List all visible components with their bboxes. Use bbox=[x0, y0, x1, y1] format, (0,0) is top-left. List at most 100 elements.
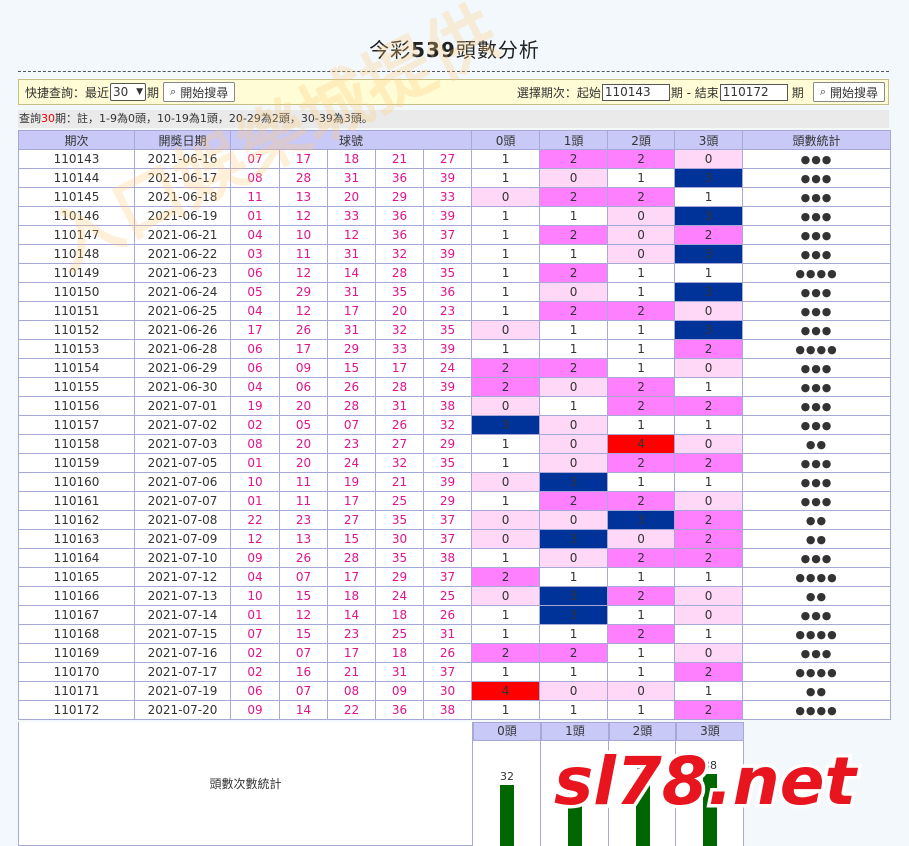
ball-number: 17 bbox=[327, 643, 376, 663]
head-stats-cell: ●●● bbox=[742, 643, 892, 663]
date-cell: 2021-06-23 bbox=[134, 263, 231, 283]
ball-number: 35 bbox=[375, 282, 424, 302]
period-cell: 110149 bbox=[18, 263, 135, 283]
end-period-input[interactable]: 110172 bbox=[719, 83, 788, 101]
quick-search-button[interactable]: ⌕ 開始搜尋 bbox=[163, 82, 236, 102]
head-count-cell: 1 bbox=[674, 263, 744, 283]
ball-number: 17 bbox=[327, 491, 376, 511]
head-count-cell: 1 bbox=[607, 643, 676, 663]
ball-number: 35 bbox=[422, 320, 473, 340]
table-row: 110145 2021-06-18 11 13 20 29 33 0 2 2 1 ●●● bbox=[18, 187, 892, 207]
head-count-cell: 1 bbox=[539, 700, 609, 720]
ball-number: 31 bbox=[327, 168, 376, 188]
ball-number: 28 bbox=[279, 168, 328, 188]
ball-number: 29 bbox=[279, 282, 328, 302]
table-row: 110164 2021-07-10 09 26 28 35 38 1 0 2 2 ●●● bbox=[18, 548, 892, 568]
ball-number: 25 bbox=[375, 624, 424, 644]
head-count-cell: 3 bbox=[674, 168, 744, 188]
ball-number: 35 bbox=[422, 263, 473, 283]
ball-number: 21 bbox=[375, 472, 424, 492]
date-cell: 2021-06-21 bbox=[134, 225, 231, 245]
search-icon: ⌕ bbox=[819, 85, 826, 98]
search-icon: ⌕ bbox=[170, 85, 177, 98]
ball-number: 14 bbox=[327, 605, 376, 625]
ball-number: 15 bbox=[327, 529, 376, 549]
head-count-cell: 0 bbox=[471, 320, 541, 340]
ball-number: 03 bbox=[230, 244, 280, 264]
ball-number: 39 bbox=[422, 168, 473, 188]
ball-number: 06 bbox=[230, 263, 280, 283]
head-count-cell: 2 bbox=[471, 567, 541, 587]
ball-number: 27 bbox=[327, 510, 376, 530]
ball-number: 37 bbox=[422, 225, 473, 245]
head-stats-cell: ●●●● bbox=[742, 624, 892, 644]
ball-number: 08 bbox=[327, 681, 376, 701]
period-cell: 110163 bbox=[18, 529, 135, 549]
period-cell: 110144 bbox=[18, 168, 135, 188]
table-row: 110170 2021-07-17 02 16 21 31 37 1 1 1 2 ●●●● bbox=[18, 662, 892, 682]
table-row: 110150 2021-06-24 05 29 31 35 36 1 0 1 3 ●●● bbox=[18, 282, 892, 302]
ball-number: 15 bbox=[327, 358, 376, 378]
date-cell: 2021-06-30 bbox=[134, 377, 231, 397]
ball-number: 14 bbox=[327, 263, 376, 283]
ball-number: 35 bbox=[422, 453, 473, 473]
query-bar: 快捷查詢：最近 30 ▼ 期 ⌕ 開始搜尋 選擇期次：起始 110143 期 - 結… bbox=[18, 79, 889, 105]
ball-number: 20 bbox=[279, 453, 328, 473]
head-count-cell: 1 bbox=[674, 187, 744, 207]
ball-number: 17 bbox=[279, 339, 328, 359]
head-count-cell: 0 bbox=[674, 434, 744, 454]
ball-number: 13 bbox=[279, 187, 328, 207]
date-cell: 2021-07-09 bbox=[134, 529, 231, 549]
start-period-input[interactable]: 110143 bbox=[601, 83, 670, 101]
head-count-cell: 1 bbox=[607, 282, 676, 302]
head-count-cell: 2 bbox=[539, 491, 609, 511]
head-count-cell: 3 bbox=[471, 415, 541, 435]
head-count-cell: 2 bbox=[674, 339, 744, 359]
ball-number: 09 bbox=[375, 681, 424, 701]
head-stats-cell: ●●● bbox=[742, 472, 892, 492]
ball-number: 39 bbox=[422, 472, 473, 492]
head-stats-cell: ●●● bbox=[742, 244, 892, 264]
head-count-cell: 3 bbox=[607, 510, 676, 530]
ball-number: 31 bbox=[375, 662, 424, 682]
head-count-cell: 0 bbox=[539, 510, 609, 530]
range-search-button[interactable]: ⌕ 開始搜尋 bbox=[812, 82, 885, 102]
head-count-cell: 2 bbox=[674, 662, 744, 682]
period-cell: 110170 bbox=[18, 662, 135, 682]
ball-number: 10 bbox=[230, 586, 280, 606]
title-divider bbox=[18, 71, 889, 72]
stats-head-3: 3頭 bbox=[676, 722, 744, 741]
ball-number: 01 bbox=[230, 605, 280, 625]
head-stats-cell: ●●● bbox=[742, 301, 892, 321]
date-cell: 2021-07-15 bbox=[134, 624, 231, 644]
ball-number: 20 bbox=[279, 396, 328, 416]
ball-number: 11 bbox=[279, 472, 328, 492]
head-stats-cell: ●● bbox=[742, 586, 892, 606]
ball-number: 20 bbox=[375, 301, 424, 321]
table-row: 110159 2021-07-05 01 20 24 32 35 1 0 2 2 ●●● bbox=[18, 453, 892, 473]
date-cell: 2021-06-26 bbox=[134, 320, 231, 340]
ball-number: 08 bbox=[230, 168, 280, 188]
period-cell: 110154 bbox=[18, 358, 135, 378]
period-cell: 110153 bbox=[18, 339, 135, 359]
date-cell: 2021-07-01 bbox=[134, 396, 231, 416]
head-count-cell: 1 bbox=[539, 206, 609, 226]
ball-number: 31 bbox=[422, 624, 473, 644]
col-date: 開獎日期 bbox=[134, 130, 231, 150]
date-cell: 2021-07-20 bbox=[134, 700, 231, 720]
recent-select[interactable]: 30 ▼ bbox=[110, 83, 147, 101]
ball-number: 30 bbox=[375, 529, 424, 549]
ball-number: 06 bbox=[279, 377, 328, 397]
head-count-cell: 2 bbox=[607, 586, 676, 606]
table-row: 110143 2021-06-16 07 17 18 21 27 1 2 2 0 ●●● bbox=[18, 149, 892, 169]
table-row: 110152 2021-06-26 17 26 31 32 35 0 1 1 3 ●●● bbox=[18, 320, 892, 340]
head-count-cell: 0 bbox=[674, 301, 744, 321]
table-row: 110153 2021-06-28 06 17 29 33 39 1 1 1 2 ●●●● bbox=[18, 339, 892, 359]
period-cell: 110155 bbox=[18, 377, 135, 397]
head-count-cell: 1 bbox=[607, 567, 676, 587]
head-count-cell: 0 bbox=[539, 282, 609, 302]
head-count-cell: 2 bbox=[674, 225, 744, 245]
head-count-cell: 4 bbox=[607, 434, 676, 454]
col-head2: 2頭 bbox=[607, 130, 676, 150]
date-cell: 2021-06-18 bbox=[134, 187, 231, 207]
